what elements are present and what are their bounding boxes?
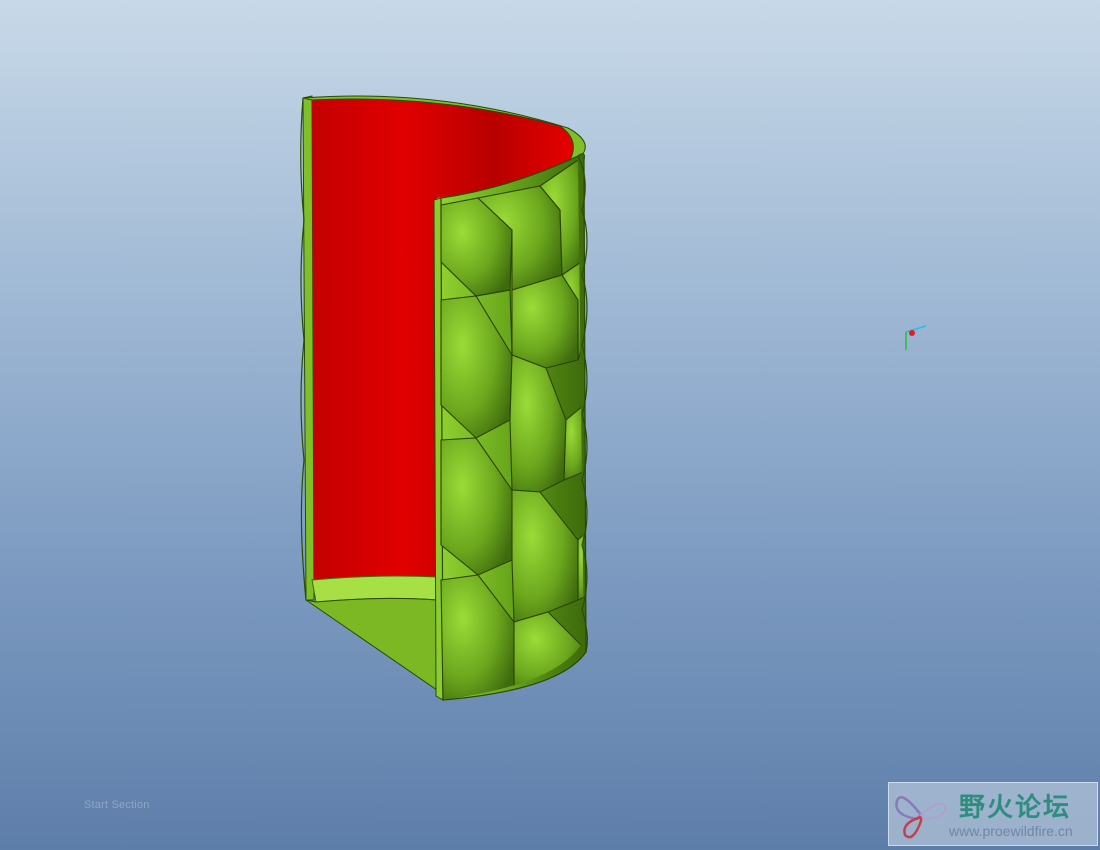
coordinate-system-icon [905,325,927,350]
butterfly-logo-icon [895,796,947,839]
status-text: Start Section [84,799,150,811]
model-3d-part[interactable] [0,0,1100,850]
watermark-url: www.proewildfire.cn [949,823,1073,839]
watermark-site-name: 野火论坛 [959,793,1072,823]
graphics-viewport[interactable]: Start Section 野火论坛 www.proewildfire.cn [0,0,1100,850]
watermark-banner: 野火论坛 www.proewildfire.cn [888,782,1098,846]
bottom-section-face [305,597,438,691]
